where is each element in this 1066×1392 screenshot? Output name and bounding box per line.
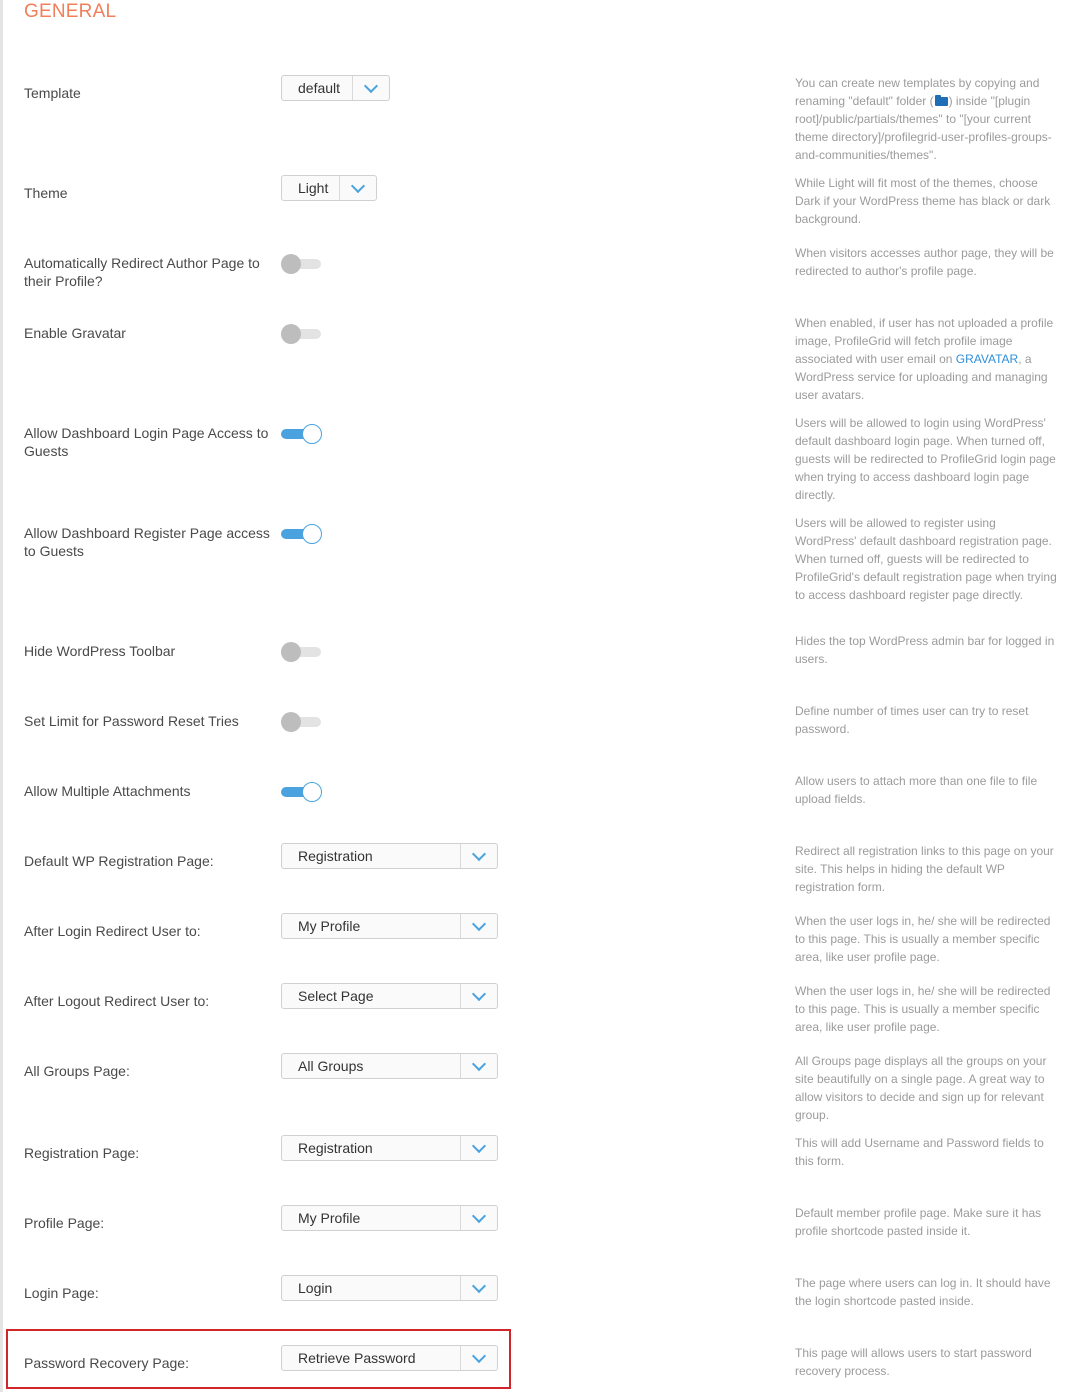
chevron-down-icon — [460, 844, 497, 868]
chevron-down-icon — [460, 1276, 497, 1300]
setting-label: Default WP Registration Page: — [24, 853, 214, 869]
setting-help: When enabled, if user has not uploaded a… — [795, 316, 1054, 402]
section-title: GENERAL — [24, 1, 117, 22]
setting-help: Define number of times user can try to r… — [795, 704, 1029, 736]
multi-attach-toggle[interactable] — [281, 780, 322, 804]
chevron-down-icon — [460, 914, 497, 938]
select-value: Registration — [298, 848, 373, 864]
select-value: Login — [298, 1280, 333, 1296]
setting-help: Hides the top WordPress admin bar for lo… — [795, 634, 1055, 666]
chevron-down-icon — [460, 1136, 497, 1160]
setting-help: This page will allows users to start pas… — [795, 1346, 1032, 1378]
setting-help: You can create new templates by copying … — [795, 76, 1052, 162]
login-select[interactable]: Login — [281, 1275, 498, 1301]
chevron-down-icon — [460, 1054, 497, 1078]
setting-label: All Groups Page: — [24, 1063, 130, 1079]
setting-label: Allow Multiple Attachments — [24, 783, 191, 799]
setting-help: All Groups page displays all the groups … — [795, 1054, 1047, 1122]
setting-label: Enable Gravatar — [24, 325, 126, 341]
setting-help: When the user logs in, he/ she will be r… — [795, 984, 1051, 1034]
setting-help: Default member profile page. Make sure i… — [795, 1206, 1042, 1238]
setting-help: When visitors accesses author page, they… — [795, 246, 1054, 278]
profile-select[interactable]: My Profile — [281, 1205, 498, 1231]
dashboard-register-toggle[interactable] — [281, 522, 322, 546]
select-value: Registration — [298, 1140, 373, 1156]
gravatar-toggle[interactable] — [281, 322, 322, 346]
author-redirect-toggle[interactable] — [281, 252, 322, 276]
setting-label: Profile Page: — [24, 1215, 105, 1231]
setting-help: Users will be allowed to register using … — [795, 516, 1057, 602]
setting-help: When the user logs in, he/ she will be r… — [795, 914, 1051, 964]
folder-icon — [934, 95, 948, 106]
select-value: My Profile — [298, 918, 361, 934]
setting-label: Set Limit for Password Reset Tries — [24, 713, 239, 729]
hide-toolbar-toggle[interactable] — [281, 640, 322, 664]
theme-select[interactable]: Light — [281, 175, 377, 201]
select-value: Select Page — [298, 988, 374, 1004]
login-redirect-select[interactable]: My Profile — [281, 913, 498, 939]
gravatar-link[interactable]: GRAVATAR — [956, 352, 1018, 366]
logout-redirect-select[interactable]: Select Page — [281, 983, 498, 1009]
chevron-down-icon — [339, 176, 376, 200]
wp-registration-select[interactable]: Registration — [281, 843, 498, 869]
setting-label: Hide WordPress Toolbar — [24, 643, 176, 659]
setting-help: The page where users can log in. It shou… — [795, 1276, 1051, 1308]
setting-label: Theme — [24, 185, 68, 201]
select-value: default — [298, 80, 341, 96]
setting-label: Allow Dashboard Register Page access to … — [24, 525, 270, 559]
setting-label: Allow Dashboard Login Page Access to Gue… — [24, 425, 269, 459]
all-groups-select[interactable]: All Groups — [281, 1053, 498, 1079]
setting-help: Redirect all registration links to this … — [795, 844, 1054, 894]
registration-select[interactable]: Registration — [281, 1135, 498, 1161]
setting-label: Automatically Redirect Author Page to th… — [24, 255, 260, 289]
setting-help: Allow users to attach more than one file… — [795, 774, 1038, 806]
select-value: All Groups — [298, 1058, 364, 1074]
chevron-down-icon — [352, 76, 389, 100]
setting-label: Template — [24, 85, 81, 101]
setting-label: Login Page: — [24, 1285, 99, 1301]
select-value: My Profile — [298, 1210, 361, 1226]
setting-help: Users will be allowed to login using Wor… — [795, 416, 1056, 502]
template-select[interactable]: default — [281, 75, 390, 101]
chevron-down-icon — [460, 1206, 497, 1230]
setting-label: After Logout Redirect User to: — [24, 993, 210, 1009]
highlight-box — [6, 1329, 511, 1389]
reset-limit-toggle[interactable] — [281, 710, 322, 734]
dashboard-login-toggle[interactable] — [281, 422, 322, 446]
setting-help: While Light will fit most of the themes,… — [795, 176, 1051, 226]
chevron-down-icon — [460, 984, 497, 1008]
select-value: Light — [298, 180, 329, 196]
setting-label: Registration Page: — [24, 1145, 140, 1161]
left-border — [0, 0, 3, 1392]
setting-help: This will add Username and Password fiel… — [795, 1136, 1044, 1168]
setting-label: After Login Redirect User to: — [24, 923, 201, 939]
